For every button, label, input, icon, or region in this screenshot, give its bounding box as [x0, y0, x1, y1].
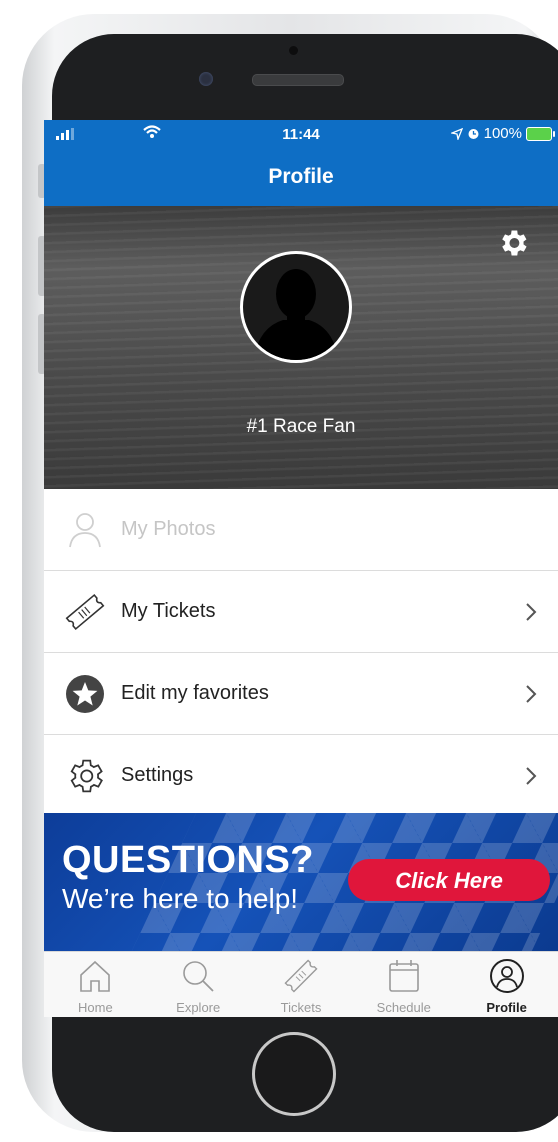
person-icon: [69, 513, 101, 548]
silhouette-icon: [253, 269, 339, 360]
tab-explore[interactable]: Explore: [147, 952, 250, 1017]
tab-profile[interactable]: Profile: [455, 952, 558, 1017]
home-button[interactable]: [252, 1032, 336, 1116]
ticket-icon: [65, 593, 105, 631]
location-icon: [450, 127, 463, 140]
chevron-right-icon: [526, 685, 537, 703]
app-screen: 11:44 100% Profile #1 Race Fan My Photos…: [44, 120, 558, 1017]
front-camera: [199, 72, 213, 86]
tab-label: Tickets: [280, 1000, 322, 1015]
click-here-button[interactable]: Click Here: [348, 859, 550, 901]
menu-item-label: My Tickets: [121, 600, 216, 622]
search-icon: [183, 961, 214, 992]
tab-label: Schedule: [376, 1000, 431, 1015]
profile-menu: My Photos My Tickets Edit my favorites S…: [44, 489, 558, 817]
settings-gear-icon[interactable]: [496, 226, 530, 260]
star-icon: [66, 675, 104, 713]
profile-name: #1 Race Fan: [246, 416, 356, 437]
calendar-icon: [388, 960, 419, 992]
battery-percent: 100%: [483, 125, 522, 142]
ticket-icon: [284, 959, 318, 993]
tab-label: Explore: [176, 1000, 221, 1015]
earpiece-speaker: [252, 74, 344, 86]
tab-bar: Home Explore Tickets Schedule Profile: [44, 951, 558, 1017]
menu-item-settings[interactable]: Settings: [44, 735, 558, 817]
tab-tickets[interactable]: Tickets: [250, 952, 353, 1017]
avatar[interactable]: [240, 251, 352, 363]
chevron-right-icon: [526, 603, 537, 621]
menu-item-label: Settings: [121, 764, 194, 786]
menu-item-my-tickets[interactable]: My Tickets: [44, 571, 558, 653]
banner-headline: QUESTIONS?: [62, 839, 315, 881]
menu-item-label: My Photos: [121, 518, 216, 540]
help-banner[interactable]: QUESTIONS? We’re here to help! Click Her…: [44, 813, 558, 951]
menu-item-edit-favorites[interactable]: Edit my favorites: [44, 653, 558, 735]
tab-label: Profile: [486, 1000, 527, 1015]
battery-icon: [526, 126, 555, 141]
status-right: 100%: [450, 125, 555, 142]
tab-home[interactable]: Home: [44, 952, 147, 1017]
tab-schedule[interactable]: Schedule: [352, 952, 455, 1017]
proximity-sensor: [289, 46, 298, 55]
tab-label: Home: [78, 1000, 113, 1015]
home-icon: [80, 960, 111, 992]
chevron-right-icon: [526, 767, 537, 785]
gear-outline-icon: [70, 759, 103, 793]
alarm-icon: [468, 129, 479, 139]
profile-header: #1 Race Fan: [44, 206, 558, 489]
menu-item-my-photos: My Photos: [44, 489, 558, 571]
banner-subline: We’re here to help!: [62, 883, 299, 914]
page-title: Profile: [44, 148, 558, 206]
menu-item-label: Edit my favorites: [121, 682, 269, 704]
profile-icon: [489, 959, 524, 993]
status-bar: 11:44 100%: [44, 120, 558, 148]
